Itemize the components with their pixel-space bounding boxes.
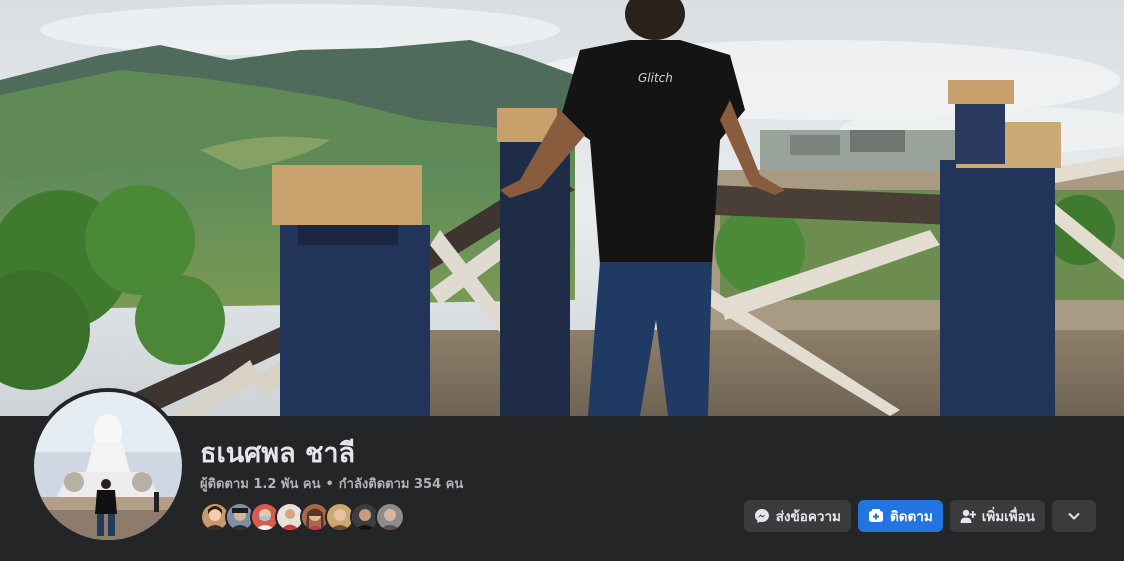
following-link[interactable]: กำลังติดตาม 354 คน bbox=[339, 477, 463, 492]
add-friend-icon bbox=[960, 508, 976, 524]
follow-stats: ผู้ติดตาม 1.2 พัน คน • กำลังติดตาม 354 คน bbox=[200, 475, 463, 495]
messenger-icon bbox=[754, 508, 770, 524]
chevron-down-icon bbox=[1067, 509, 1081, 523]
more-options-button[interactable] bbox=[1052, 500, 1096, 532]
profile-avatar[interactable] bbox=[30, 388, 186, 544]
follow-button[interactable]: ติดตาม bbox=[857, 500, 943, 532]
add-friend-label: เพิ่มเพื่อน bbox=[981, 509, 1035, 525]
profile-name: ธเนศพล ชาลี bbox=[200, 438, 356, 469]
cover-photo-image: Glitch bbox=[0, 0, 1124, 416]
follow-label: ติดตาม bbox=[889, 509, 933, 525]
send-message-button[interactable]: ส่งข้อความ bbox=[743, 500, 851, 532]
follow-icon bbox=[868, 508, 884, 524]
send-message-label: ส่งข้อความ bbox=[775, 509, 841, 525]
add-friend-button[interactable]: เพิ่มเพื่อน bbox=[949, 500, 1045, 532]
svg-text:Glitch: Glitch bbox=[638, 71, 673, 85]
stats-separator: • bbox=[325, 477, 334, 492]
profile-avatar-image bbox=[34, 392, 182, 540]
profile-actions: ส่งข้อความ ติดตาม เพิ่มเพื่อน bbox=[743, 500, 1096, 532]
friend-avatar-row bbox=[200, 502, 405, 532]
friend-avatar[interactable] bbox=[375, 502, 405, 532]
followers-link[interactable]: ผู้ติดตาม 1.2 พัน คน bbox=[200, 477, 320, 492]
cover-photo[interactable]: Glitch bbox=[0, 0, 1124, 416]
